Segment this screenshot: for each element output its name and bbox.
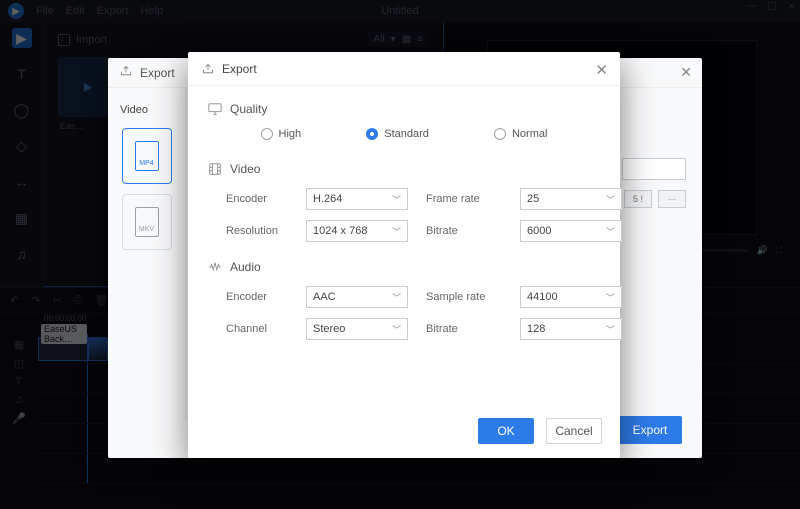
export-button[interactable]: Export <box>618 416 682 444</box>
export-icon <box>202 63 214 75</box>
chevron-down-icon: ﹀ <box>392 193 401 206</box>
ok-button[interactable]: OK <box>478 418 534 444</box>
chevron-down-icon: ﹀ <box>392 323 401 336</box>
mkv-file-icon: MKV <box>135 207 159 237</box>
select-value: 6000 <box>527 225 551 237</box>
browse-button[interactable]: ⋯ <box>658 190 686 208</box>
chevron-down-icon: ﹀ <box>606 225 615 238</box>
quality-heading: Quality <box>230 102 267 116</box>
framerate-select[interactable]: 25 ﹀ <box>520 188 622 210</box>
cancel-button[interactable]: Cancel <box>546 418 602 444</box>
radio-label: Normal <box>512 128 547 140</box>
export-title: Export <box>140 66 175 80</box>
chevron-down-icon: ﹀ <box>606 193 615 206</box>
select-value: 44100 <box>527 291 558 303</box>
audio-encoder-label: Encoder <box>226 291 288 303</box>
tab-video[interactable]: Video <box>116 102 177 118</box>
quality-section: Quality High Standard Normal <box>208 102 600 144</box>
resolution-select[interactable]: 1024 x 768 ﹀ <box>306 220 408 242</box>
video-bitrate-label: Bitrate <box>426 225 502 237</box>
filename-input[interactable] <box>622 158 686 180</box>
channel-select[interactable]: Stereo ﹀ <box>306 318 408 340</box>
video-encoder-select[interactable]: H.264 ﹀ <box>306 188 408 210</box>
video-bitrate-select[interactable]: 6000 ﹀ <box>520 220 622 242</box>
radio-icon <box>366 128 378 140</box>
export-icon <box>120 65 132 80</box>
chevron-down-icon: ﹀ <box>392 225 401 238</box>
select-value: 25 <box>527 193 539 205</box>
audio-section: Audio Encoder AAC ﹀ Sample rate 44100 ﹀ … <box>208 260 600 340</box>
video-section: Video Encoder H.264 ﹀ Frame rate 25 ﹀ Re… <box>208 162 600 242</box>
waveform-icon <box>208 260 222 274</box>
radio-label: High <box>279 128 302 140</box>
select-value: 1024 x 768 <box>313 225 367 237</box>
select-value: 128 <box>527 323 545 335</box>
audio-heading: Audio <box>230 260 261 274</box>
quality-standard-radio[interactable]: Standard <box>366 128 429 140</box>
close-icon[interactable]: ✕ <box>680 64 692 81</box>
radio-label: Standard <box>384 128 429 140</box>
duration-label: 5 ! <box>624 190 652 208</box>
radio-icon <box>261 128 273 140</box>
close-icon[interactable]: ✕ <box>595 61 608 79</box>
select-value: Stereo <box>313 323 345 335</box>
monitor-icon <box>208 102 222 116</box>
film-icon <box>208 162 222 176</box>
audio-encoder-select[interactable]: AAC ﹀ <box>306 286 408 308</box>
export-settings-dialog: Export ✕ Quality High Standard <box>188 52 620 458</box>
audio-bitrate-label: Bitrate <box>426 323 502 335</box>
framerate-label: Frame rate <box>426 193 502 205</box>
resolution-label: Resolution <box>226 225 288 237</box>
chevron-down-icon: ﹀ <box>606 291 615 304</box>
chevron-down-icon: ﹀ <box>392 291 401 304</box>
chevron-down-icon: ﹀ <box>606 323 615 336</box>
radio-icon <box>494 128 506 140</box>
format-mp4[interactable]: MP4 <box>122 128 172 184</box>
dialog-title: Export <box>222 62 257 76</box>
format-mkv[interactable]: MKV <box>122 194 172 250</box>
select-value: H.264 <box>313 193 342 205</box>
video-encoder-label: Encoder <box>226 193 288 205</box>
samplerate-select[interactable]: 44100 ﹀ <box>520 286 622 308</box>
quality-high-radio[interactable]: High <box>261 128 302 140</box>
video-heading: Video <box>230 162 260 176</box>
select-value: AAC <box>313 291 336 303</box>
channel-label: Channel <box>226 323 288 335</box>
samplerate-label: Sample rate <box>426 291 502 303</box>
mp4-file-icon: MP4 <box>135 141 159 171</box>
quality-normal-radio[interactable]: Normal <box>494 128 547 140</box>
audio-bitrate-select[interactable]: 128 ﹀ <box>520 318 622 340</box>
